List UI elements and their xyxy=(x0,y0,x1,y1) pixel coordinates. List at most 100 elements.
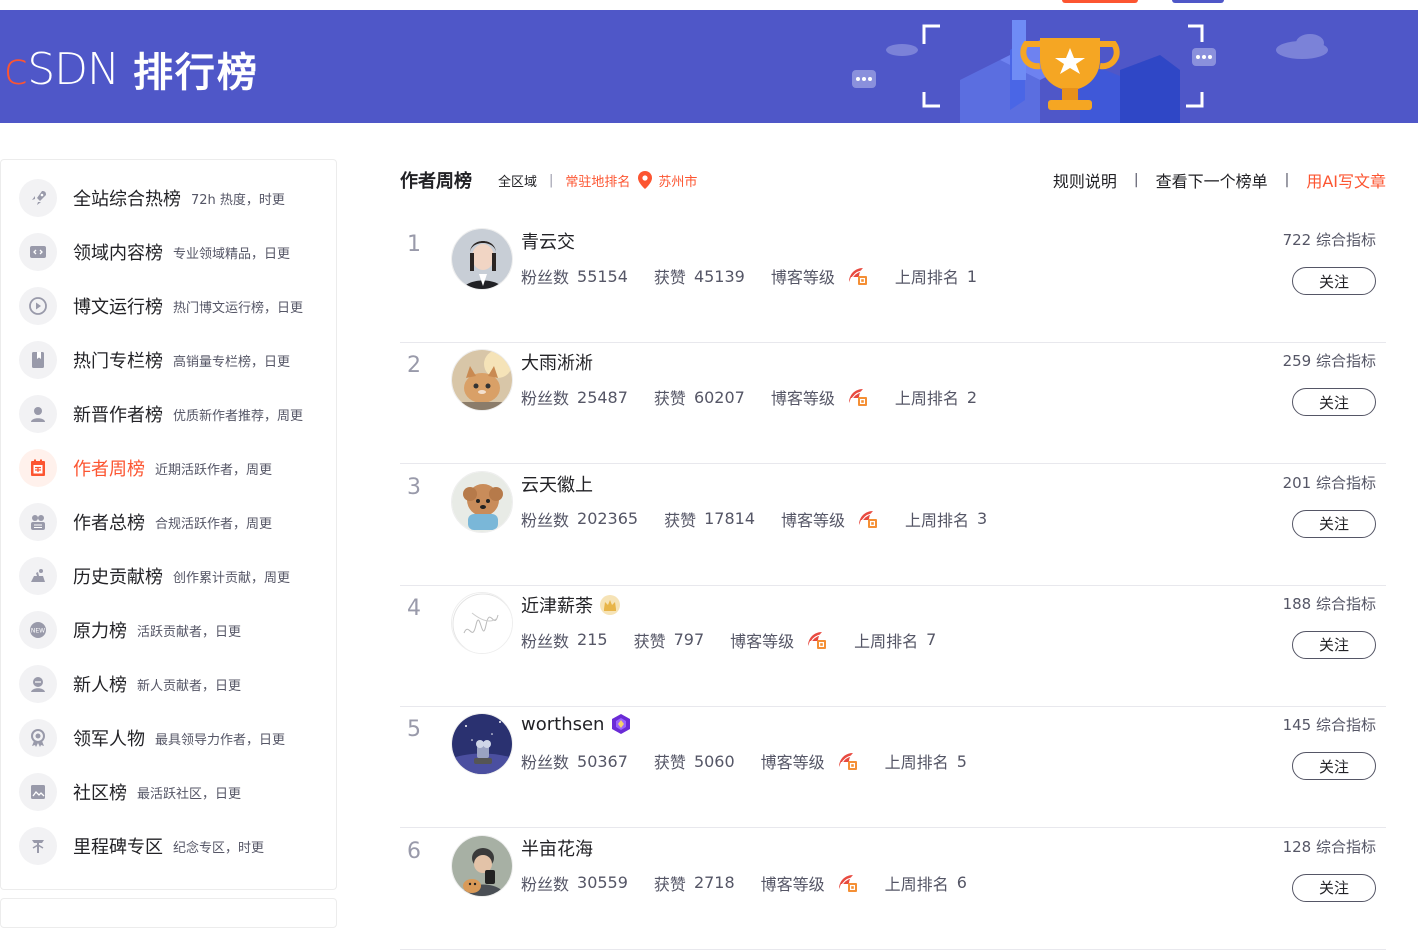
fans-count: 30559 xyxy=(577,873,628,892)
sidebar-item-9[interactable]: NEW 原力榜 活跃贡献者，日更 xyxy=(19,610,241,650)
author-name[interactable]: 大雨淅淅 xyxy=(521,349,593,375)
fans-count: 55154 xyxy=(577,266,628,286)
composite-score: 188 综合指标 xyxy=(1282,594,1376,613)
sidebar-item-label: 热门专栏榜 xyxy=(73,351,163,372)
sidebar-item-label: 新人榜 xyxy=(73,675,127,696)
follow-button[interactable]: 关注 xyxy=(1292,388,1376,417)
likes-label: 获赞 xyxy=(653,268,686,287)
sidebar-item-6[interactable]: 作者周榜 近期活跃作者，周更 xyxy=(19,448,272,488)
author-name[interactable]: 青云交 xyxy=(521,228,575,254)
play-icon xyxy=(19,287,57,325)
csdn-logo[interactable]: c SDN 排行榜 xyxy=(4,40,259,98)
author-stats: 粉丝数 215 获赞 797 博客等级 上周排名 7 xyxy=(521,628,936,652)
avatar[interactable] xyxy=(451,349,513,412)
rocket-icon xyxy=(19,179,57,217)
sidebar: 全站综合热榜 72h 热度，时更 领域内容榜 专业领域精品，日更 博文运行榜 热门博文运行… xyxy=(0,159,337,890)
sidebar-item-label: 作者总榜 xyxy=(73,513,145,534)
author-name-wrap: 半亩花海 xyxy=(521,835,593,861)
location-pin-icon xyxy=(638,171,653,189)
sidebar-bottom-panel xyxy=(0,898,337,928)
author-name[interactable]: 近津薪荼 xyxy=(521,592,593,618)
follow-button[interactable]: 关注 xyxy=(1292,630,1376,659)
avatar[interactable] xyxy=(451,591,513,654)
likes-count: 17814 xyxy=(704,509,756,529)
avatar[interactable] xyxy=(451,713,513,776)
sidebar-item-11[interactable]: 领军人物 最具领导力作者，日更 xyxy=(19,718,285,758)
sidebar-item-1[interactable]: 全站综合热榜 72h 热度，时更 xyxy=(19,178,285,218)
fans-count: 215 xyxy=(577,630,608,650)
blog-level-icon xyxy=(837,751,859,771)
follow-button[interactable]: 关注 xyxy=(1292,752,1376,781)
avatar[interactable] xyxy=(451,834,513,897)
newbie-icon xyxy=(19,665,57,703)
ai-write-link[interactable]: 用AI写文章 xyxy=(1306,168,1386,192)
last-week-rank: 7 xyxy=(926,630,937,650)
author-row: 1 青云交 粉丝数 55154 获赞 45139 博客等级 上周排名 1 722 综合指标 关注 xyxy=(400,222,1386,343)
sidebar-item-label: 博文运行榜 xyxy=(73,297,163,318)
resident-ranking-filter[interactable]: 常驻地排名 xyxy=(565,171,630,190)
sidebar-item-label: 里程碑专区 xyxy=(73,837,163,858)
last-week-rank: 5 xyxy=(956,751,967,771)
milestone-icon xyxy=(19,827,57,865)
author-name[interactable]: worthsen xyxy=(521,714,604,735)
sidebar-item-8[interactable]: 历史贡献榜 创作累计贡献，周更 xyxy=(19,556,290,596)
sidebar-item-desc: 最具领导力作者，日更 xyxy=(155,732,286,748)
composite-score: 259 综合指标 xyxy=(1282,352,1376,371)
composite-score: 722 综合指标 xyxy=(1282,231,1376,249)
sidebar-item-5[interactable]: 新晋作者榜 优质新作者推荐，周更 xyxy=(19,394,303,434)
last-week-rank: 3 xyxy=(977,509,988,529)
author-name-wrap: 大雨淅淅 xyxy=(521,349,593,375)
sidebar-item-3[interactable]: 博文运行榜 热门博文运行榜，日更 xyxy=(19,286,303,326)
author-name[interactable]: 云天徽上 xyxy=(521,471,593,497)
rank-number: 5 xyxy=(407,717,421,743)
banner: c SDN 排行榜 xyxy=(0,10,1418,123)
top-strip-pill-orange xyxy=(1062,0,1138,3)
sidebar-item-4[interactable]: 热门专栏榜 高销量专栏榜，日更 xyxy=(19,340,290,380)
sidebar-item-desc: 活跃贡献者，日更 xyxy=(137,624,242,640)
blog-level-icon xyxy=(806,630,828,650)
follow-button[interactable]: 关注 xyxy=(1292,509,1376,538)
follow-button[interactable]: 关注 xyxy=(1292,267,1376,295)
next-list-link[interactable]: 查看下一个榜单 xyxy=(1156,168,1268,192)
blog-level-icon xyxy=(847,387,869,407)
separator: | xyxy=(549,172,554,188)
page-title: 排行榜 xyxy=(132,50,259,96)
rules-link[interactable]: 规则说明 xyxy=(1053,168,1117,192)
code-icon xyxy=(19,233,57,271)
author-stats: 粉丝数 50367 获赞 5060 博客等级 上周排名 5 xyxy=(521,749,967,773)
likes-count: 60207 xyxy=(693,387,745,407)
author-name[interactable]: 半亩花海 xyxy=(521,835,593,861)
author-row: 3 云天徽上 粉丝数 202365 获赞 17814 博客等级 上周排名 3 201 综合指标 关注 xyxy=(400,465,1386,586)
sidebar-item-12[interactable]: 社区榜 最活跃社区，日更 xyxy=(19,772,241,812)
follow-button[interactable]: 关注 xyxy=(1292,873,1376,902)
crown-badge-icon xyxy=(599,594,621,616)
chat-bubble-icon xyxy=(1192,48,1216,66)
list-header: 作者周榜 全区域 | 常驻地排名 苏州市 规则说明 | 查看下一个榜单 | 用A… xyxy=(400,166,1386,194)
sidebar-item-7[interactable]: 作者总榜 合规活跃作者，周更 xyxy=(19,502,272,542)
avatar[interactable] xyxy=(451,470,513,533)
last-week-rank-label: 上周排名 xyxy=(884,753,949,773)
sidebar-item-13[interactable]: 里程碑专区 纪念专区，时更 xyxy=(19,826,264,866)
author-row: 2 大雨淅淅 粉丝数 25487 获赞 60207 博客等级 上周排名 2 259 综合指标 关注 xyxy=(400,343,1386,465)
fans-label: 粉丝数 xyxy=(521,389,570,409)
sidebar-item-10[interactable]: 新人榜 新人贡献者，日更 xyxy=(19,664,241,704)
sidebar-item-2[interactable]: 领域内容榜 专业领域精品，日更 xyxy=(19,232,290,272)
likes-label: 获赞 xyxy=(633,631,666,651)
city-selector[interactable]: 苏州市 xyxy=(658,171,697,190)
avatar[interactable] xyxy=(451,228,513,290)
blog-level-label: 博客等级 xyxy=(760,753,825,773)
hexagon-badge-icon xyxy=(610,713,632,735)
fans-count: 25487 xyxy=(577,387,628,407)
fans-label: 粉丝数 xyxy=(521,874,570,894)
author-stats: 粉丝数 202365 获赞 17814 博客等级 上周排名 3 xyxy=(521,507,987,531)
blog-level-label: 博客等级 xyxy=(760,874,825,894)
last-week-rank-label: 上周排名 xyxy=(905,510,970,530)
region-filter-all[interactable]: 全区域 xyxy=(498,171,537,190)
sidebar-item-desc: 优质新作者推荐，周更 xyxy=(173,408,304,424)
rank-number: 6 xyxy=(407,838,421,864)
sidebar-item-desc: 创作累计贡献，周更 xyxy=(173,570,291,586)
blog-level-label: 博客等级 xyxy=(770,389,835,409)
sidebar-item-label: 社区榜 xyxy=(73,783,127,804)
calendar-icon xyxy=(19,449,57,487)
logo-c: c xyxy=(4,43,28,95)
